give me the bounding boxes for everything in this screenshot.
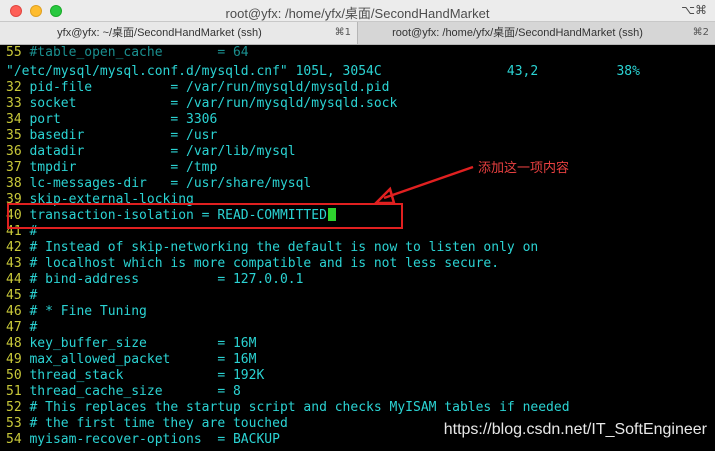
window-title: root@yfx: /home/yfx/桌面/SecondHandMarket: [225, 6, 490, 21]
line-text: # bind-address = 127.0.0.1: [29, 272, 304, 287]
window-shortcut-hint: ⌥⌘: [681, 3, 707, 17]
line-text: socket = /var/run/mysqld/mysqld.sock: [29, 96, 398, 111]
line-number: 36: [6, 144, 22, 159]
line-number: 51: [6, 384, 22, 399]
line-number: 50: [6, 368, 22, 383]
line-number: 38: [6, 176, 22, 191]
tab-bar: yfx@yfx: ~/桌面/SecondHandMarket (ssh) ⌘1 …: [0, 22, 715, 45]
line-text: key_buffer_size = 16M: [29, 336, 257, 351]
tab-shortcut: ⌘1: [334, 27, 351, 38]
editor-line: 48 key_buffer_size = 16M: [6, 336, 256, 352]
editor-line: 44 # bind-address = 127.0.0.1: [6, 272, 303, 288]
editor-line: 53 # the first time they are touched: [6, 416, 288, 432]
line-text: datadir = /var/lib/mysql: [29, 144, 296, 159]
highlight-box: [7, 203, 403, 229]
line-number: 54: [6, 432, 22, 447]
editor-line: 43 # localhost which is more compatible …: [6, 256, 499, 272]
line-text: basedir = /usr: [29, 128, 218, 143]
editor-line: 49 max_allowed_packet = 16M: [6, 352, 256, 368]
line-text: #table_open_cache = 64: [29, 45, 249, 60]
editor-line: 35 basedir = /usr: [6, 128, 217, 144]
line-number: 49: [6, 352, 22, 367]
line-text: myisam-recover-options = BACKUP: [29, 432, 280, 447]
editor-line: 50 thread_stack = 192K: [6, 368, 264, 384]
line-text: lc-messages-dir = /usr/share/mysql: [29, 176, 312, 191]
line-text: # localhost which is more compatible and…: [29, 256, 500, 271]
editor-line: 52 # This replaces the startup script an…: [6, 400, 570, 416]
tab-label: yfx@yfx: ~/桌面/SecondHandMarket (ssh): [57, 27, 262, 39]
annotation-arrow-icon: [372, 165, 474, 205]
annotation-label: 添加这一项内容: [478, 161, 570, 176]
line-number: 55: [6, 45, 22, 60]
line-number: 53: [6, 416, 22, 431]
editor-line: 55 #table_open_cache = 64: [6, 45, 249, 61]
line-number: 43: [6, 256, 22, 271]
line-text: max_allowed_packet = 16M: [29, 352, 257, 367]
terminal-view[interactable]: 55 #table_open_cache = 64 "/etc/mysql/my…: [0, 45, 715, 451]
tab-yfx-ssh[interactable]: yfx@yfx: ~/桌面/SecondHandMarket (ssh) ⌘1: [0, 22, 357, 44]
line-text: tmpdir = /tmp: [29, 160, 218, 175]
line-text: thread_stack = 192K: [29, 368, 265, 383]
line-text: # the first time they are touched: [29, 416, 288, 431]
line-number: 44: [6, 272, 22, 287]
editor-line: 51 thread_cache_size = 8: [6, 384, 241, 400]
line-number: 45: [6, 288, 22, 303]
line-number: 46: [6, 304, 22, 319]
line-text: #: [29, 320, 38, 335]
line-number: 52: [6, 400, 22, 415]
editor-line: 54 myisam-recover-options = BACKUP: [6, 432, 280, 448]
line-number: 35: [6, 128, 22, 143]
editor-line: 47 #: [6, 320, 37, 336]
line-number: 33: [6, 96, 22, 111]
line-number: 47: [6, 320, 22, 335]
line-number: 32: [6, 80, 22, 95]
editor-line: 45 #: [6, 288, 37, 304]
line-text: # This replaces the startup script and c…: [29, 400, 570, 415]
line-number: 42: [6, 240, 22, 255]
line-number: 34: [6, 112, 22, 127]
line-text: # * Fine Tuning: [29, 304, 147, 319]
line-text: # Instead of skip-networking the default…: [29, 240, 539, 255]
line-text: thread_cache_size = 8: [29, 384, 241, 399]
editor-line: 46 # * Fine Tuning: [6, 304, 147, 320]
editor-line: 33 socket = /var/run/mysqld/mysqld.sock: [6, 96, 397, 112]
editor-line: 38 lc-messages-dir = /usr/share/mysql: [6, 176, 311, 192]
line-text: port = 3306: [29, 112, 218, 127]
editor-line: 34 port = 3306: [6, 112, 217, 128]
window-titlebar: root@yfx: /home/yfx/桌面/SecondHandMarket …: [0, 0, 715, 22]
tab-shortcut: ⌘2: [692, 27, 709, 38]
line-number: 48: [6, 336, 22, 351]
editor-line: 42 # Instead of skip-networking the defa…: [6, 240, 538, 256]
line-number: 37: [6, 160, 22, 175]
vim-file-status: "/etc/mysql/mysql.conf.d/mysqld.cnf" 105…: [6, 64, 640, 79]
line-text: #: [29, 288, 38, 303]
watermark: https://blog.csdn.net/IT_SoftEngineer: [443, 421, 707, 438]
tab-label: root@yfx: /home/yfx/桌面/SecondHandMarket …: [392, 27, 643, 39]
editor-line: 36 datadir = /var/lib/mysql: [6, 144, 296, 160]
line-text: pid-file = /var/run/mysqld/mysqld.pid: [29, 80, 390, 95]
editor-line: 37 tmpdir = /tmp: [6, 160, 217, 176]
editor-line: 32 pid-file = /var/run/mysqld/mysqld.pid: [6, 80, 390, 96]
tab-root-ssh[interactable]: root@yfx: /home/yfx/桌面/SecondHandMarket …: [357, 22, 715, 44]
